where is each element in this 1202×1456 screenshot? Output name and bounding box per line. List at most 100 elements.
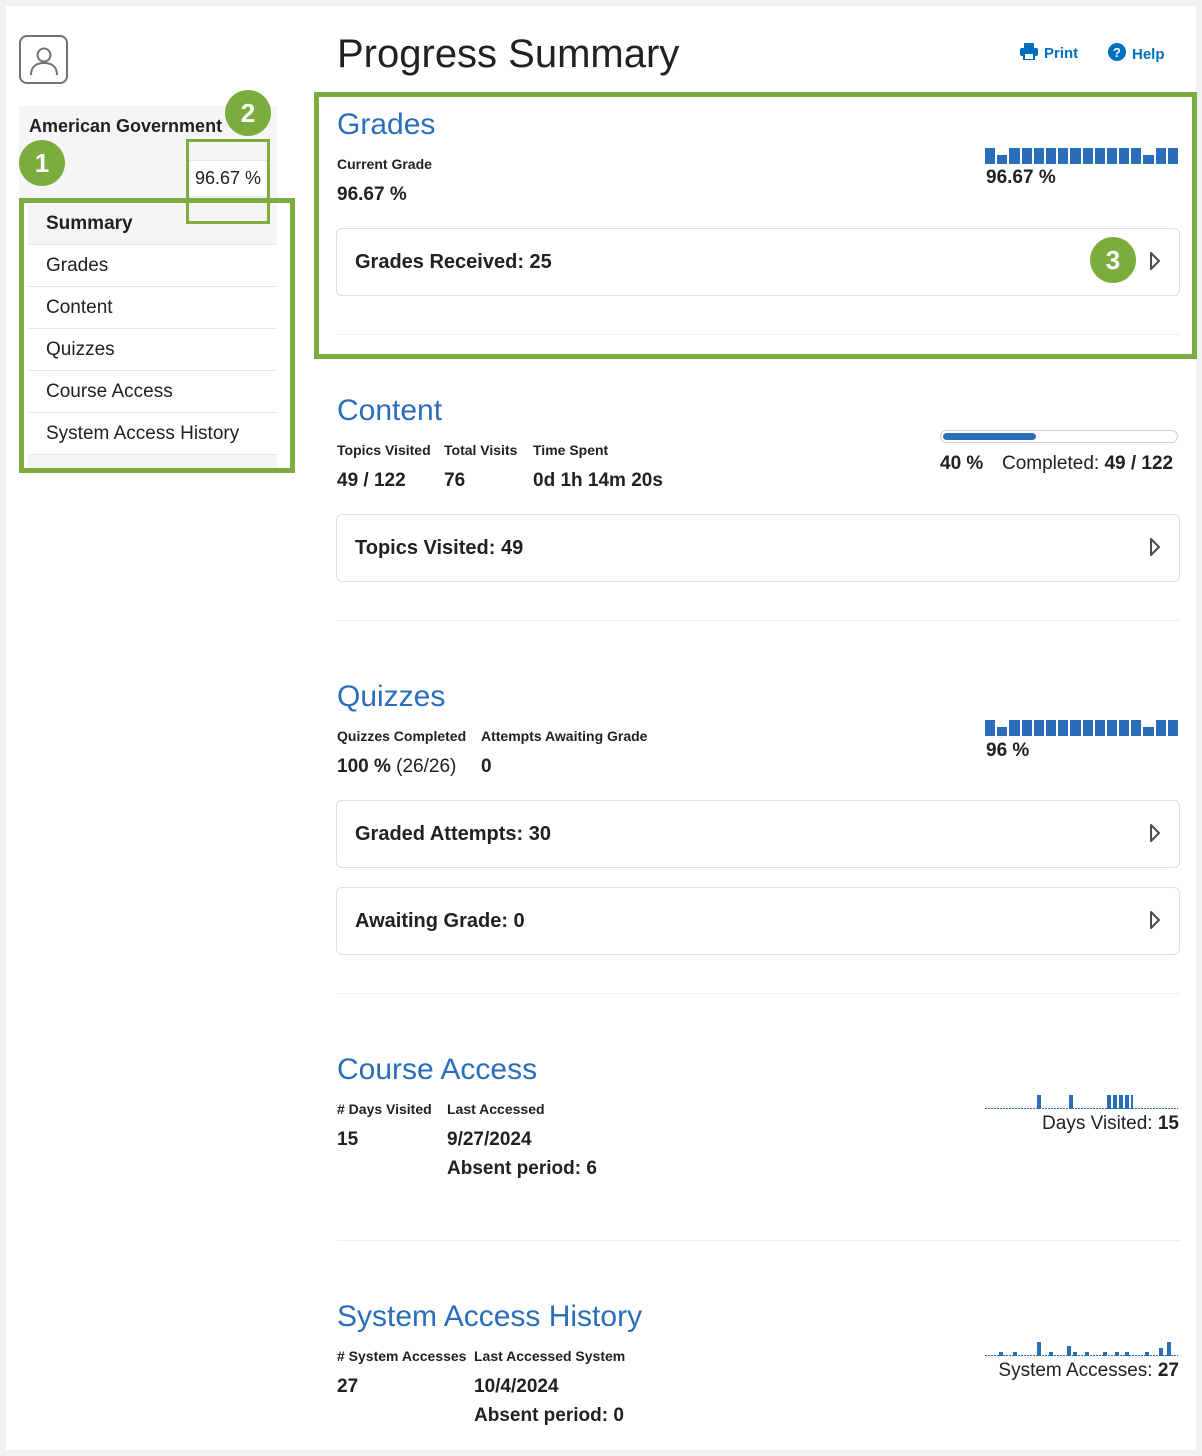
awaiting-grade-label: Awaiting Grade: 0 bbox=[355, 909, 525, 932]
grade-bar bbox=[1131, 148, 1142, 164]
grade-bar bbox=[1082, 148, 1093, 164]
days-visited-sparkline bbox=[985, 1095, 1178, 1109]
callout-box-nav bbox=[19, 198, 295, 473]
system-absent-period: Absent period: 0 bbox=[474, 1405, 624, 1426]
time-spent-label: Time Spent bbox=[533, 442, 609, 458]
quizzes-completed-label: Quizzes Completed bbox=[337, 728, 467, 744]
current-grade-label: Current Grade bbox=[337, 156, 432, 172]
content-progress-fill bbox=[943, 433, 1036, 440]
grades-received-label: Grades Received: 25 bbox=[355, 250, 552, 273]
days-visited-chart-label: Days Visited: bbox=[1042, 1113, 1153, 1134]
awaiting-grade-card[interactable]: Awaiting Grade: 0 bbox=[336, 887, 1180, 955]
quizzes-chart-value: 96 % bbox=[986, 740, 1030, 761]
print-label: Print bbox=[1044, 45, 1079, 62]
grade-bar bbox=[1070, 148, 1081, 164]
days-visited-label: # Days Visited bbox=[337, 1101, 432, 1117]
course-access-title[interactable]: Course Access bbox=[337, 1053, 537, 1087]
chevron-right-icon bbox=[1149, 823, 1161, 849]
content-progress-bar bbox=[940, 430, 1178, 443]
chevron-right-icon bbox=[1149, 910, 1161, 936]
grade-bar bbox=[1033, 148, 1044, 164]
system-accesses-chart: System Accesses: 27 bbox=[998, 1360, 1179, 1382]
print-link[interactable]: Print bbox=[1020, 43, 1078, 64]
time-spent-value: 0d 1h 14m 20s bbox=[533, 470, 663, 491]
grades-received-card[interactable]: Grades Received: 25 bbox=[336, 228, 1180, 296]
days-visited-value: 15 bbox=[337, 1129, 359, 1150]
system-accesses-sparkline bbox=[985, 1342, 1178, 1356]
completed-value: 49 / 122 bbox=[1104, 453, 1174, 474]
quiz-bar bbox=[1082, 720, 1093, 736]
chevron-right-icon bbox=[1149, 537, 1161, 563]
days-visited-chart-value: 15 bbox=[1157, 1113, 1179, 1134]
help-link[interactable]: ? Help bbox=[1108, 43, 1165, 65]
last-accessed-value: 9/27/2024 bbox=[447, 1129, 532, 1150]
grade-bar bbox=[1021, 148, 1032, 164]
total-visits-value: 76 bbox=[444, 470, 466, 491]
last-accessed-label: Last Accessed bbox=[447, 1101, 545, 1117]
help-label: Help bbox=[1132, 45, 1165, 63]
content-completed: Completed: 49 / 122 bbox=[1002, 453, 1173, 475]
system-access-title[interactable]: System Access History bbox=[337, 1300, 642, 1334]
total-visits-label: Total Visits bbox=[444, 442, 518, 458]
quiz-bar bbox=[1009, 720, 1020, 736]
quiz-bar bbox=[1143, 727, 1154, 736]
quiz-bar bbox=[985, 720, 996, 736]
chevron-right-icon bbox=[1149, 251, 1161, 277]
quiz-bar bbox=[1119, 720, 1130, 736]
grade-bar bbox=[1143, 155, 1154, 164]
grade-bar bbox=[1167, 148, 1178, 164]
avatar-icon bbox=[19, 35, 68, 84]
grade-bar bbox=[997, 155, 1008, 164]
quiz-bar bbox=[1094, 720, 1105, 736]
quiz-bar bbox=[1106, 720, 1118, 736]
callout-badge-2: 2 bbox=[225, 90, 271, 136]
grade-bar bbox=[1106, 148, 1118, 164]
svg-text:?: ? bbox=[1113, 45, 1121, 60]
quiz-bar bbox=[1155, 720, 1166, 736]
attempts-awaiting-label: Attempts Awaiting Grade bbox=[481, 728, 648, 744]
current-grade-value: 96.67 % bbox=[337, 184, 407, 205]
grade-bar bbox=[985, 148, 996, 164]
print-icon bbox=[1020, 43, 1038, 64]
topics-visited-label: Topics Visited bbox=[337, 442, 431, 458]
grade-bar bbox=[1155, 148, 1166, 164]
grades-chart-value: 96.67 % bbox=[986, 167, 1056, 188]
course-name: American Government bbox=[29, 116, 223, 136]
quizzes-title[interactable]: Quizzes bbox=[337, 680, 445, 714]
grade-bar bbox=[1119, 148, 1130, 164]
attempts-awaiting-value: 0 bbox=[481, 756, 492, 777]
section-divider bbox=[337, 993, 1180, 994]
quizzes-completed-count: (26/26) bbox=[396, 756, 457, 777]
days-visited-chart: Days Visited: 15 bbox=[1042, 1113, 1179, 1135]
section-divider bbox=[337, 1240, 1180, 1241]
callout-badge-1: 1 bbox=[19, 140, 65, 186]
quiz-bar bbox=[1021, 720, 1032, 736]
callout-badge-3: 3 bbox=[1090, 237, 1136, 283]
quiz-bar bbox=[1058, 720, 1069, 736]
quiz-bar bbox=[1033, 720, 1044, 736]
grade-bar bbox=[1009, 148, 1020, 164]
page-title: Progress Summary bbox=[337, 32, 680, 76]
last-accessed-system-value: 10/4/2024 bbox=[474, 1376, 559, 1397]
callout-box-grade bbox=[186, 139, 270, 224]
help-icon: ? bbox=[1108, 43, 1126, 65]
section-divider bbox=[337, 334, 1180, 335]
topics-visited-card-label: Topics Visited: 49 bbox=[355, 536, 524, 559]
quizzes-completed-pct: 100 % bbox=[337, 756, 391, 777]
system-accesses-chart-value: 27 bbox=[1157, 1360, 1179, 1381]
last-accessed-system-label: Last Accessed System bbox=[474, 1348, 626, 1364]
system-accesses-label: # System Accesses bbox=[337, 1348, 467, 1364]
quizzes-completed-value: 100 % (26/26) bbox=[337, 756, 456, 778]
quiz-bar bbox=[1070, 720, 1081, 736]
content-progress-percent: 40 % bbox=[940, 453, 984, 474]
grades-title[interactable]: Grades bbox=[337, 108, 435, 142]
grade-bar bbox=[1058, 148, 1069, 164]
system-accesses-value: 27 bbox=[337, 1376, 359, 1397]
topics-visited-value: 49 / 122 bbox=[337, 470, 406, 491]
topics-visited-card[interactable]: Topics Visited: 49 bbox=[336, 514, 1180, 582]
grade-bar bbox=[1094, 148, 1105, 164]
content-title[interactable]: Content bbox=[337, 394, 442, 428]
quiz-bar bbox=[997, 727, 1008, 736]
quiz-bar bbox=[1167, 720, 1178, 736]
graded-attempts-card[interactable]: Graded Attempts: 30 bbox=[336, 800, 1180, 868]
